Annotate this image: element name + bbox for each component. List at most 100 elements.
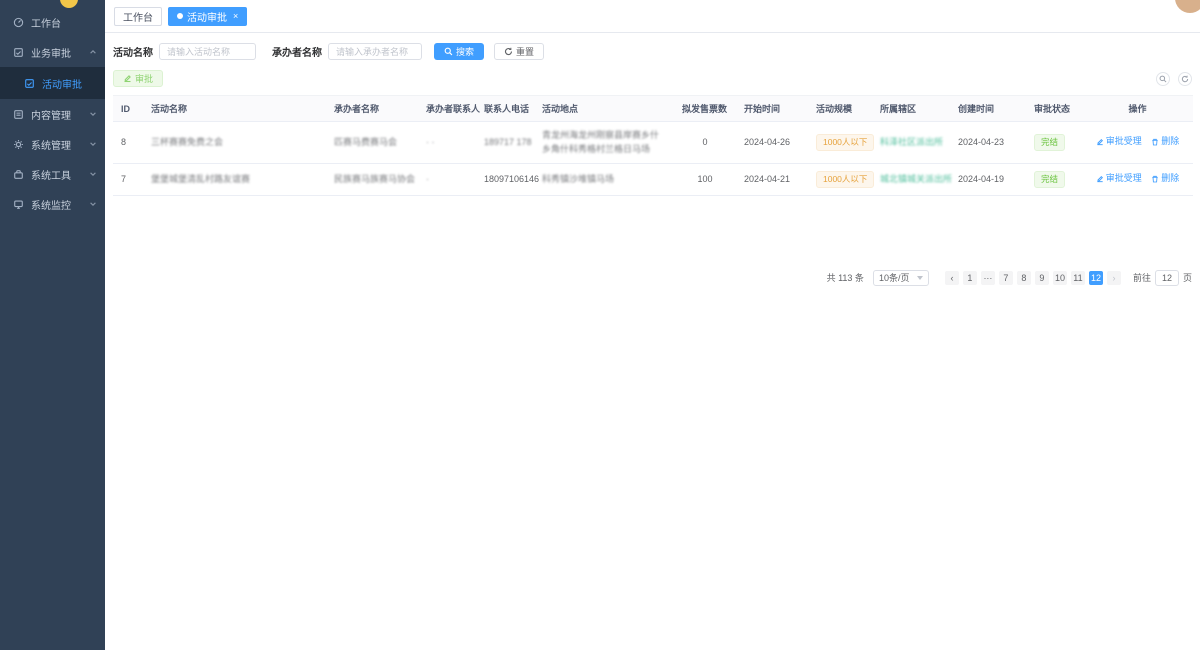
next-page-button[interactable]: › [1107, 271, 1121, 285]
organizer-name-label: 承办者名称 [272, 44, 322, 59]
page-size-select[interactable]: 10条/页 [873, 270, 929, 286]
col-status: 审批状态 [1026, 96, 1082, 122]
sidebar-item-activity-approval[interactable]: 活动审批 [0, 67, 105, 99]
page-button-9[interactable]: 9 [1035, 271, 1049, 285]
col-scale: 活动规模 [808, 96, 872, 122]
approve-button[interactable]: 审批 [113, 70, 163, 87]
approve-handle-label: 审批受理 [1106, 135, 1142, 149]
page-button-7[interactable]: 7 [999, 271, 1013, 285]
page-button-10[interactable]: 10 [1053, 271, 1067, 285]
tab-label: 工作台 [123, 9, 153, 24]
approve-handle-label: 审批受理 [1106, 172, 1142, 186]
scale-badge: 1000人以下 [816, 171, 874, 188]
pagination-total: 共 113 条 [827, 271, 864, 284]
search-button[interactable]: 搜索 [434, 43, 484, 60]
monitor-icon [13, 199, 24, 210]
approve-button-label: 审批 [135, 72, 153, 85]
sidebar-item-business-approval[interactable]: 业务审批 [0, 37, 105, 67]
reset-button[interactable]: 重置 [494, 43, 544, 60]
chevron-down-icon [917, 276, 923, 280]
sidebar: 工作台 业务审批 活动审批 内容管理 系统管理 [0, 0, 105, 650]
filter-form: 活动名称 承办者名称 搜索 重置 [113, 43, 1192, 60]
sidebar-item-label: 内容管理 [31, 107, 89, 122]
activity-name-input[interactable] [159, 43, 256, 60]
col-id: ID [113, 96, 143, 122]
chevron-down-icon [89, 110, 97, 118]
sidebar-item-system-management[interactable]: 系统管理 [0, 129, 105, 159]
refresh-table-button[interactable] [1178, 72, 1192, 86]
status-badge: 完结 [1034, 171, 1065, 188]
approve-handle-link[interactable]: 审批受理 [1096, 172, 1142, 186]
table-tool-icons [1148, 72, 1192, 86]
cell-phone: 18097106146 [476, 164, 534, 196]
sidebar-item-system-monitor[interactable]: 系统监控 [0, 189, 105, 219]
dashboard-icon [13, 17, 24, 28]
tab-activity-approval[interactable]: 活动审批 × [168, 7, 247, 26]
trash-icon [1151, 175, 1159, 183]
page-ellipsis[interactable]: ··· [981, 271, 995, 285]
cell-location: 科秀镇沙堆镇马场 [542, 174, 614, 184]
edit-icon [1096, 175, 1104, 183]
cell-activity-name: 三杯赛赛免费之会 [151, 137, 223, 147]
page-button-12-active[interactable]: 12 [1089, 271, 1103, 285]
active-tab-dot [177, 13, 183, 19]
delete-label: 删除 [1161, 135, 1179, 149]
cell-contact: · [426, 174, 429, 184]
delete-link[interactable]: 删除 [1151, 135, 1179, 149]
edit-icon [123, 74, 132, 83]
show-search-button[interactable] [1156, 72, 1170, 86]
page-button-8[interactable]: 8 [1017, 271, 1031, 285]
table-row: 8 三杯赛赛免费之会 匹赛马费赛马会 · · 189717 178 青龙州海龙州… [113, 122, 1193, 164]
sidebar-item-label: 活动审批 [42, 76, 82, 91]
goto-page: 前往 页 [1133, 270, 1192, 286]
sidebar-menu: 工作台 业务审批 活动审批 内容管理 系统管理 [0, 0, 105, 219]
organizer-name-input[interactable] [328, 43, 422, 60]
cell-id: 7 [113, 164, 143, 196]
page-button-1[interactable]: 1 [963, 271, 977, 285]
chevron-down-icon [89, 170, 97, 178]
sidebar-item-system-tools[interactable]: 系统工具 [0, 159, 105, 189]
page-content: 活动名称 承办者名称 搜索 重置 审批 [105, 33, 1200, 650]
col-start-time: 开始时间 [736, 96, 808, 122]
sidebar-item-label: 业务审批 [31, 45, 89, 60]
prev-page-button[interactable]: ‹ [945, 271, 959, 285]
tab-close-icon[interactable]: × [233, 12, 238, 21]
search-button-label: 搜索 [456, 45, 474, 58]
delete-label: 删除 [1161, 172, 1179, 186]
main-area: 工作台 活动审批 × 活动名称 承办者名称 搜索 [105, 0, 1200, 650]
tab-workbench[interactable]: 工作台 [114, 7, 162, 26]
cell-organizer: 匹赛马费赛马会 [334, 137, 397, 147]
reset-button-label: 重置 [516, 45, 534, 58]
edit-icon [1096, 138, 1104, 146]
tab-bar: 工作台 活动审批 × [105, 0, 1200, 33]
sidebar-item-content-management[interactable]: 内容管理 [0, 99, 105, 129]
cell-start-time: 2024-04-26 [736, 122, 808, 164]
col-district: 所属辖区 [872, 96, 950, 122]
gear-icon [13, 139, 24, 150]
col-phone: 联系人电话 [476, 96, 534, 122]
scale-badge: 1000人以下 [816, 134, 874, 151]
sidebar-item-label: 系统工具 [31, 167, 89, 182]
page-button-11[interactable]: 11 [1071, 271, 1085, 285]
chevron-down-icon [89, 140, 97, 148]
toolbox-icon [13, 169, 24, 180]
approve-handle-link[interactable]: 审批受理 [1096, 135, 1142, 149]
goto-unit: 页 [1183, 271, 1192, 284]
delete-link[interactable]: 删除 [1151, 172, 1179, 186]
activity-table: ID 活动名称 承办者名称 承办者联系人 联系人电话 活动地点 拟发售票数 开始… [113, 95, 1193, 196]
page-size-value: 10条/页 [879, 271, 910, 284]
content-icon [13, 109, 24, 120]
goto-page-input[interactable] [1155, 270, 1179, 286]
col-actions: 操作 [1082, 96, 1193, 122]
trash-icon [1151, 138, 1159, 146]
cell-created: 2024-04-23 [950, 122, 1026, 164]
tab-label: 活动审批 [187, 9, 227, 24]
sidebar-item-label: 系统管理 [31, 137, 89, 152]
col-tickets: 拟发售票数 [674, 96, 736, 122]
checkbox-icon [24, 78, 35, 89]
cell-created: 2024-04-19 [950, 164, 1026, 196]
cell-location: 青龙州海龙州刚察县岸赛乡什乡角什科秀格村兰格日马场 [542, 130, 659, 154]
col-organizer: 承办者名称 [326, 96, 418, 122]
goto-label: 前往 [1133, 271, 1151, 284]
sidebar-item-workbench[interactable]: 工作台 [0, 7, 105, 37]
